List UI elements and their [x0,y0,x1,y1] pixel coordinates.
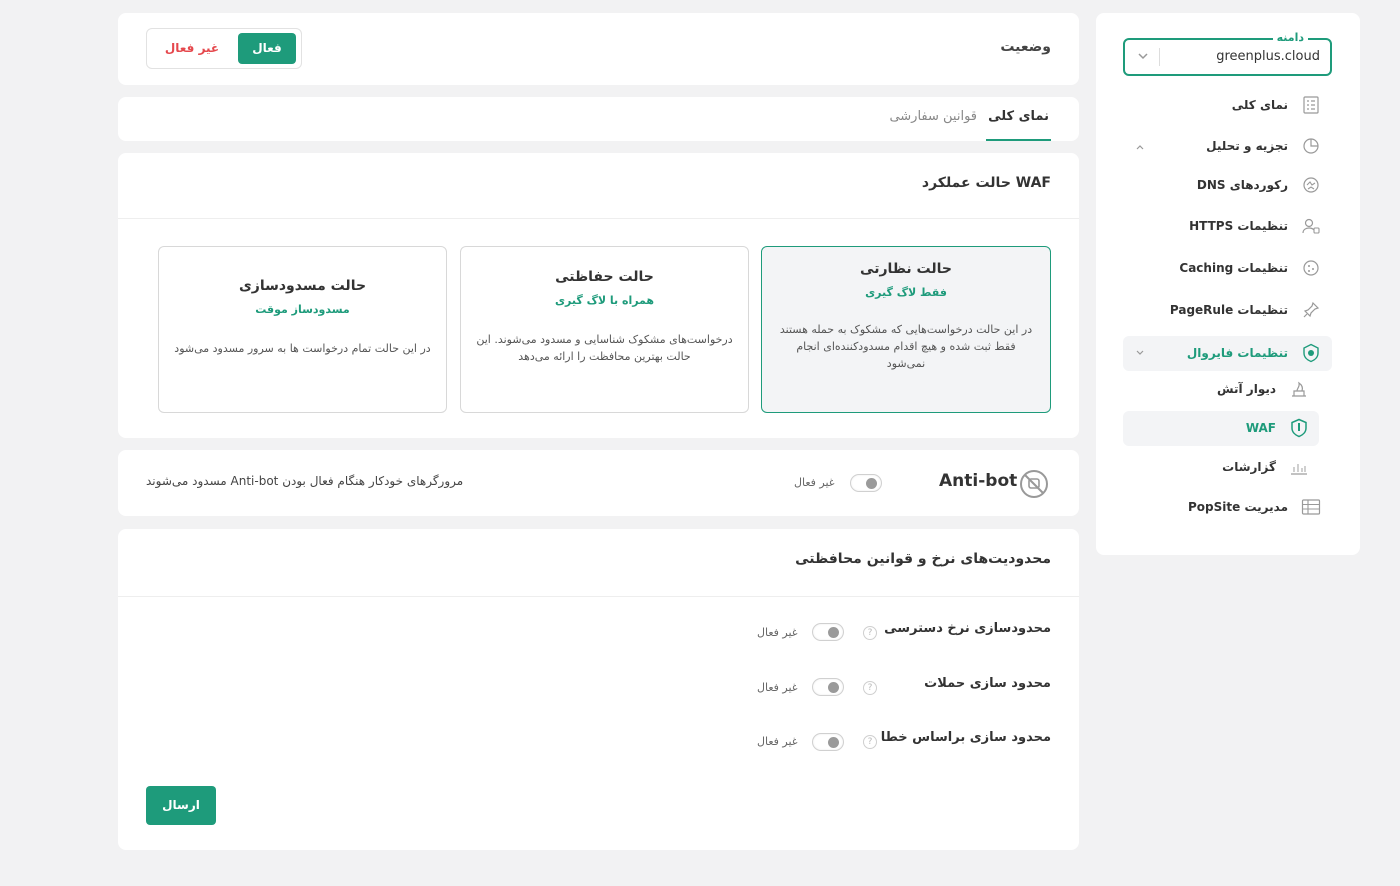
error-limit-toggle[interactable] [812,733,844,751]
sidebar-item-overview[interactable]: نمای کلی [1232,92,1322,118]
mode-description: در این حالت درخواست‌هایی که مشکوک به حمل… [779,323,1033,370]
domain-separator [1159,48,1160,66]
status-inactive-button[interactable]: غیر فعال [155,33,229,64]
mode-card-monitoring[interactable]: حالت نظارتی فقط لاگ گیری در این حالت درخ… [761,246,1051,413]
submit-button[interactable]: ارسال [146,786,216,825]
reports-icon [1288,456,1310,478]
sidebar-item-analytics[interactable]: تجزیه و تحلیل [1206,133,1322,159]
attack-limit-toggle[interactable] [812,678,844,696]
sidebar-item-caching[interactable]: تنظیمات Caching [1179,255,1322,281]
rate-limit-toggle[interactable] [812,623,844,641]
antibot-toggle[interactable] [850,474,882,492]
rate-limit-row-label: محدودسازی نرخ دسترسی [884,621,1051,636]
sidebar-item-label: تنظیمات HTTPS [1189,219,1288,233]
status-toggle-group: فعال غیر فعال [146,28,302,69]
sidebar-item-label: رکوردهای DNS [1196,178,1288,192]
sidebar-item-popsite[interactable]: مدیریت PopSite [1188,494,1322,520]
analytics-icon [1300,135,1322,157]
sidebar-item-pagerule[interactable]: تنظیمات PageRule [1170,297,1322,323]
mode-title: حالت مسدودسازی [238,278,367,294]
chevron-up-icon[interactable] [1134,141,1146,153]
mode-description: درخواست‌های مشکوک شناسایی و مسدود می‌شون… [476,333,733,363]
antibot-card: Anti-bot غیر فعال مرورگرهای خودکار هنگام… [118,450,1079,516]
mode-card-blocking[interactable]: حالت مسدودسازی مسدودساز موقت در این حالت… [158,246,447,413]
status-card: وضعیت فعال غیر فعال [118,13,1079,85]
antibot-title: Anti-bot [939,471,1018,491]
pagerule-icon [1300,299,1322,321]
rate-limit-row-label: محدود سازی حملات [924,676,1051,691]
chevron-down-icon[interactable] [1134,347,1146,359]
mode-subtitle: فقط لاگ گیری [865,286,947,299]
sidebar-item-firewall-wall[interactable]: دیوار آتش [1217,376,1310,402]
waf-mode-title: حالت عملکرد WAF [921,175,1051,191]
sidebar-item-dns[interactable]: رکوردهای DNS [1197,172,1322,198]
help-icon[interactable]: ? [863,681,877,695]
sidebar-item-label: گزارشات [1222,460,1276,474]
error-limit-toggle-label: غیر فعال [757,735,798,748]
tab-custom-rules[interactable]: قوانین سفارشی [889,109,977,124]
dns-icon [1300,174,1322,196]
mode-card-protective[interactable]: حالت حفاظتی همراه با لاگ گیری درخواست‌ها… [460,246,749,413]
sidebar-item-label: دیوار آتش [1217,382,1276,396]
domain-select[interactable]: دامنه greenplus.cloud [1123,31,1332,76]
sidebar-item-reports[interactable]: گزارشات [1222,454,1310,480]
help-icon[interactable]: ? [863,735,877,749]
mode-title: حالت نظارتی [860,261,952,277]
sidebar-item-https[interactable]: تنظیمات HTTPS [1189,213,1322,239]
domain-label: دامنه [1272,31,1308,44]
overview-icon [1300,94,1322,116]
mode-title: حالت حفاظتی [555,269,654,285]
sidebar-item-label: مدیریت PopSite [1188,500,1288,514]
antibot-toggle-label: غیر فعال [794,476,835,489]
sidebar: دامنه greenplus.cloud نمای کلی تجزیه و ت… [1096,13,1360,555]
sidebar-item-label: WAF [1245,421,1276,435]
sidebar-item-label: تجزیه و تحلیل [1206,139,1288,153]
sidebar-item-label: تنظیمات Caching [1179,261,1288,275]
tabs-card: نمای کلی قوانین سفارشی [118,97,1079,141]
https-icon [1300,215,1322,237]
domain-value: greenplus.cloud [1216,49,1320,64]
divider [118,596,1079,597]
status-label: وضعیت [1000,39,1051,55]
sidebar-item-firewall[interactable]: تنظیمات فایروال [1187,340,1322,366]
rate-limit-row-label: محدود سازی براساس خطا [880,730,1051,745]
status-active-button[interactable]: فعال [238,33,296,64]
antibot-description: مرورگرهای خودکار هنگام فعال بودن Anti-bo… [146,474,464,488]
popsite-icon [1300,496,1322,518]
sidebar-item-label: تنظیمات PageRule [1169,303,1288,317]
sidebar-item-label: تنظیمات فایروال [1186,346,1288,360]
sidebar-item-waf[interactable]: WAF [1246,415,1310,441]
waf-shield-icon [1288,417,1310,439]
rate-limit-toggle-label: غیر فعال [757,626,798,639]
antibot-icon [1020,470,1048,498]
divider [118,218,1079,219]
mode-subtitle: مسدودساز موقت [255,303,350,316]
attack-limit-toggle-label: غیر فعال [757,681,798,694]
firewall-wall-icon [1288,378,1310,400]
sidebar-item-label: نمای کلی [1231,98,1288,112]
help-icon[interactable]: ? [863,626,877,640]
mode-description: در این حالت تمام درخواست ها به سرور مسدو… [174,342,431,355]
waf-mode-card: حالت عملکرد WAF حالت نظارتی فقط لاگ گیری… [118,153,1079,438]
cache-icon [1300,257,1322,279]
chevron-down-icon [1138,53,1148,60]
rate-limit-title: محدودیت‌های نرخ و قوانین محافظتی [795,551,1051,567]
mode-subtitle: همراه با لاگ گیری [554,294,655,307]
firewall-icon [1300,342,1322,364]
tab-overview[interactable]: نمای کلی [986,109,1051,141]
rate-limit-card: محدودیت‌های نرخ و قوانین محافظتی محدودسا… [118,529,1079,850]
